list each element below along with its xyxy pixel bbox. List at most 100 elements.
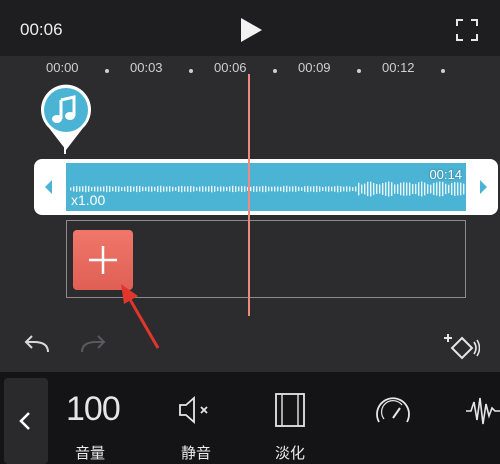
- waveform-bar: [286, 185, 288, 193]
- waveform-bar: [160, 185, 162, 193]
- waveform-bar: [178, 186, 180, 192]
- waveform-bar: [436, 182, 438, 196]
- music-note-icon[interactable]: [38, 80, 94, 156]
- waveform-bar: [97, 186, 99, 192]
- waveform-bar: [442, 181, 444, 197]
- clip-duration: 00:14: [429, 167, 462, 182]
- waveform-bar: [430, 184, 432, 194]
- waveform-bar: [289, 186, 291, 192]
- waveform-bar: [79, 186, 81, 192]
- waveform-bar: [163, 186, 165, 192]
- waveform-bar: [376, 184, 378, 194]
- waveform-bar: [316, 185, 318, 193]
- tick-dot: [273, 69, 277, 73]
- tick-label: 00:12: [382, 60, 415, 75]
- waveform-bar: [361, 184, 363, 194]
- waveform-bar: [103, 186, 105, 192]
- waveform-bar: [310, 186, 312, 192]
- film-fade-icon: [275, 393, 305, 427]
- waveform-tool[interactable]: [462, 372, 500, 464]
- tick-dot: [357, 69, 361, 73]
- waveform-bar: [433, 183, 435, 196]
- waveform-bar: [253, 186, 255, 192]
- playhead[interactable]: [248, 74, 250, 316]
- waveform-bar: [352, 187, 354, 191]
- waveform-bar: [280, 186, 282, 192]
- waveform-bar: [100, 186, 102, 192]
- pin-stem: [64, 146, 66, 154]
- waveform-bar: [244, 186, 246, 192]
- waveform-bar: [106, 185, 108, 193]
- waveform-bar: [304, 186, 306, 192]
- waveform-bar: [460, 182, 462, 196]
- waveform-bar: [439, 181, 441, 197]
- current-time: 00:06: [20, 20, 63, 39]
- mute-tool[interactable]: 静音: [166, 372, 226, 464]
- waveform-bar: [73, 186, 75, 192]
- waveform-bar: [109, 186, 111, 192]
- redo-icon[interactable]: [80, 334, 108, 358]
- speedometer-icon: [376, 397, 410, 423]
- add-audio-button[interactable]: [73, 230, 133, 290]
- waveform-bar: [295, 186, 297, 192]
- waveform-bar: [124, 186, 126, 192]
- waveform-bar: [388, 181, 390, 197]
- waveform-bar: [355, 186, 357, 192]
- waveform-bar: [262, 185, 264, 193]
- waveform-bar: [382, 183, 384, 195]
- waveform-bar: [343, 186, 345, 192]
- waveform-bar: [412, 184, 414, 194]
- top-bar: 00:06: [0, 0, 500, 56]
- back-button[interactable]: [4, 378, 48, 464]
- waveform-bar: [118, 186, 120, 192]
- undo-icon[interactable]: [22, 334, 50, 358]
- fade-tool[interactable]: 淡化: [260, 372, 320, 464]
- waveform-bar: [403, 182, 405, 196]
- waveform-bar: [391, 182, 393, 196]
- waveform-bar: [91, 187, 93, 191]
- waveform-bar: [367, 181, 369, 197]
- audio-clip[interactable]: 00:14 x1.00: [34, 159, 498, 215]
- volume-label: 音量: [74, 445, 105, 462]
- volume-value: 100: [66, 390, 121, 428]
- waveform-bar: [454, 182, 456, 196]
- volume-tool[interactable]: 100 音量: [60, 372, 132, 464]
- waveform-icon: [466, 397, 500, 425]
- tick-dot: [105, 69, 109, 73]
- waveform-bar: [265, 185, 267, 193]
- fade-label: 淡化: [274, 445, 305, 462]
- waveform-bar: [175, 187, 177, 191]
- waveform-bar: [151, 186, 153, 192]
- waveform-bar: [145, 186, 147, 192]
- bottom-toolbar: 100 音量 静音 淡化: [0, 372, 500, 464]
- waveform-bar: [331, 186, 333, 192]
- play-icon[interactable]: [238, 16, 264, 44]
- waveform-bar: [334, 186, 336, 192]
- fullscreen-icon[interactable]: [456, 19, 478, 41]
- waveform-bars: [70, 181, 465, 197]
- waveform-bar: [130, 186, 132, 192]
- waveform-bar: [199, 186, 201, 192]
- waveform-bar: [229, 186, 231, 192]
- tick-label: 00:06: [214, 60, 247, 75]
- waveform-bar: [148, 186, 150, 192]
- waveform-bar: [325, 186, 327, 192]
- waveform-bar: [298, 186, 300, 192]
- trim-left-handle[interactable]: [34, 159, 66, 215]
- waveform-bar: [181, 185, 183, 193]
- waveform-bar: [451, 183, 453, 196]
- keyframe-add-icon[interactable]: [444, 332, 480, 362]
- waveform-bar: [427, 184, 429, 194]
- waveform-bar: [256, 186, 258, 192]
- waveform-bar: [190, 185, 192, 193]
- waveform-bar: [409, 182, 411, 196]
- waveform-bar: [349, 186, 351, 192]
- waveform-bar: [202, 186, 204, 192]
- trim-right-handle[interactable]: [466, 159, 498, 215]
- waveform-bar: [445, 183, 447, 195]
- waveform-bar: [271, 186, 273, 192]
- waveform-bar: [397, 184, 399, 194]
- speed-tool[interactable]: [364, 372, 424, 464]
- waveform-bar: [373, 183, 375, 195]
- waveform-bar: [250, 186, 252, 192]
